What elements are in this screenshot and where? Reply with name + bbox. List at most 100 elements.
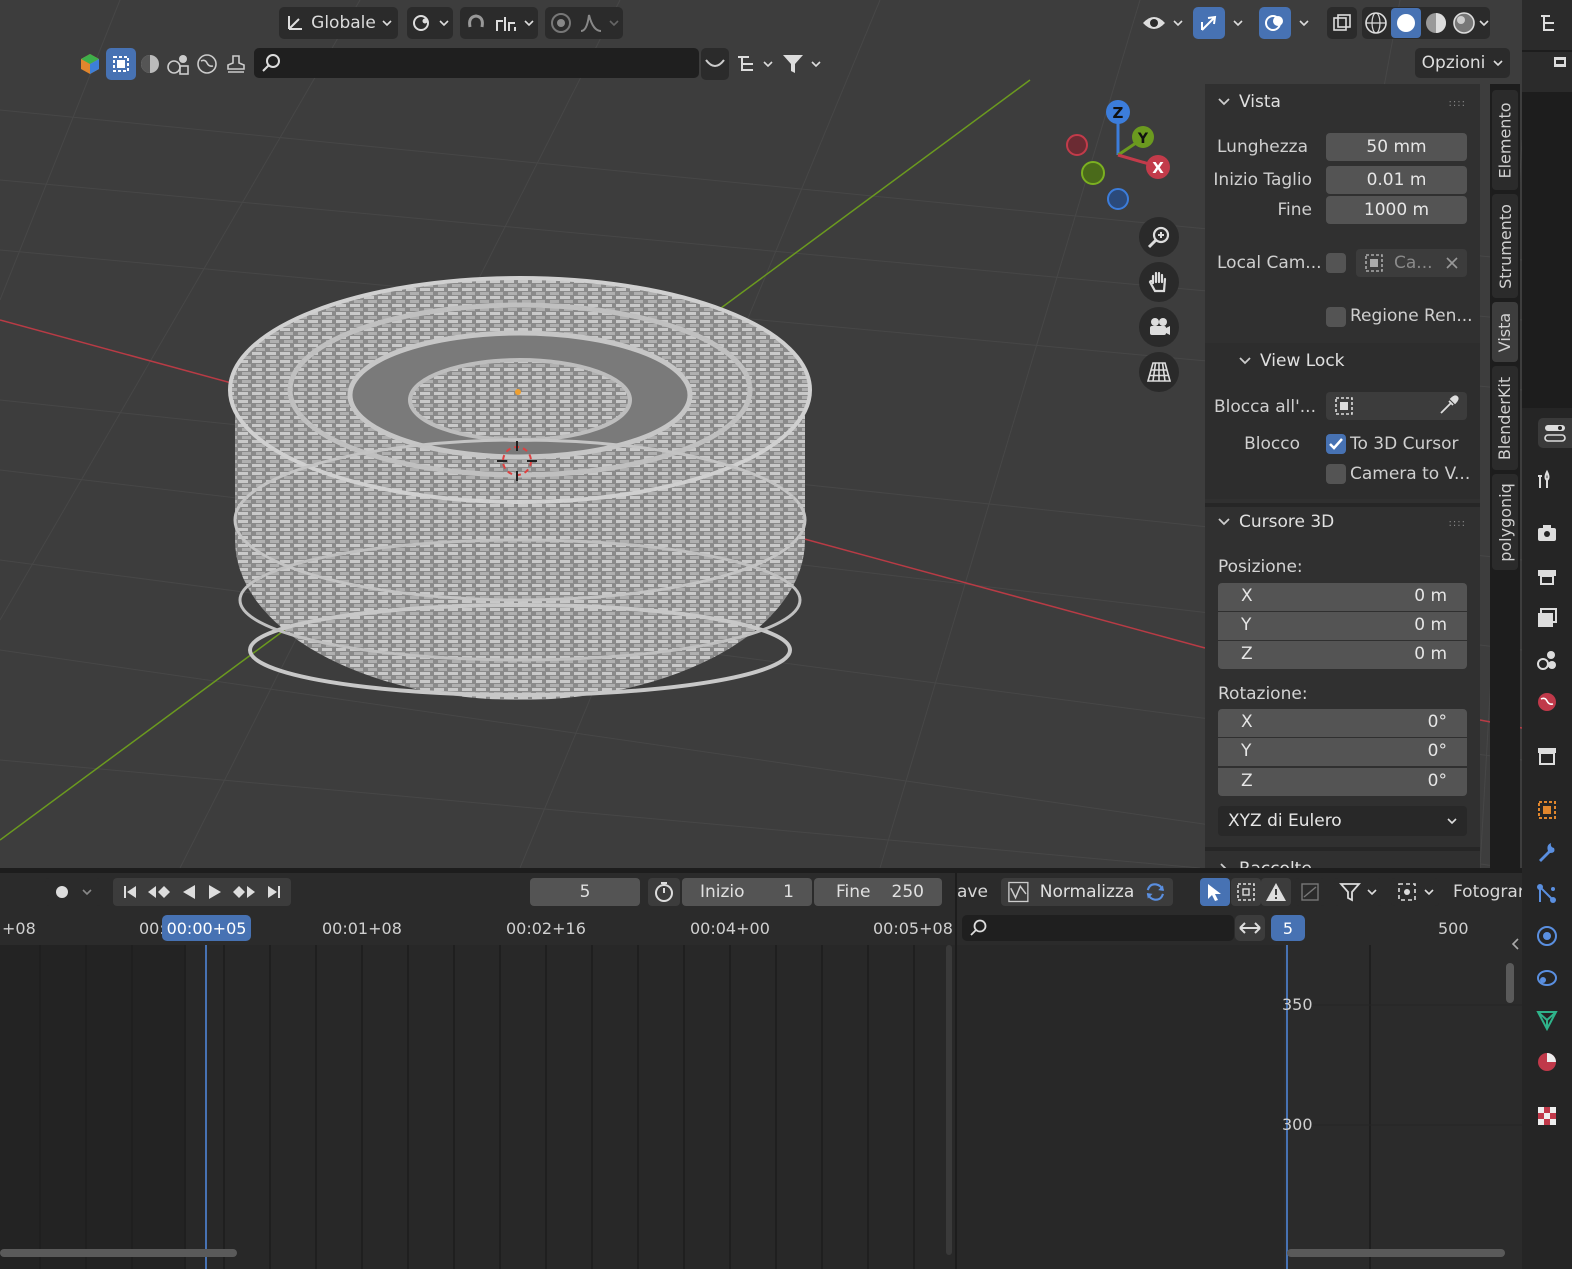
render-tab[interactable] — [1534, 520, 1560, 546]
prev-keyframe-icon[interactable] — [146, 883, 172, 901]
tool-tab[interactable] — [1534, 467, 1560, 493]
gizmo-options-dropdown[interactable] — [1226, 7, 1250, 39]
graph-horizontal-scrollbar[interactable] — [1287, 1249, 1505, 1257]
tab-elemento[interactable]: Elemento — [1492, 90, 1518, 190]
chevron-left-icon[interactable] — [1510, 937, 1520, 951]
timeline-area[interactable] — [0, 945, 955, 1269]
drag-grip-icon[interactable]: :::: — [1449, 865, 1466, 868]
cursor-location-y-field[interactable]: Y 0 m — [1218, 612, 1467, 640]
current-frame-field[interactable]: 5 — [530, 878, 640, 906]
timeline-horizontal-scrollbar[interactable] — [0, 1249, 237, 1257]
clear-x-icon[interactable] — [1445, 256, 1459, 270]
zoom-button[interactable] — [1139, 217, 1179, 257]
local-camera-field[interactable]: Ca... — [1356, 249, 1467, 277]
rendered-shading-icon[interactable] — [1451, 10, 1477, 36]
camera-view-button[interactable] — [1139, 307, 1179, 347]
drag-grip-icon[interactable]: :::: — [1449, 518, 1466, 529]
outliner-icon[interactable] — [1538, 12, 1562, 36]
overlays-toggle-button[interactable] — [1259, 7, 1291, 39]
clip-end-field[interactable]: 1000 m — [1326, 196, 1467, 224]
object-tab[interactable] — [1534, 797, 1560, 823]
vista-panel-header[interactable]: Vista :::: — [1205, 84, 1480, 120]
object-visibility-dropdown[interactable] — [1138, 7, 1186, 39]
only-selected-toggle[interactable] — [1200, 878, 1230, 906]
auto-keying-toggle[interactable] — [45, 878, 101, 906]
world-icon[interactable] — [193, 48, 221, 80]
graph-editor-ruler[interactable]: 5 500 — [957, 911, 1522, 945]
particles-tab[interactable] — [1534, 881, 1560, 907]
material-sphere-icon[interactable] — [136, 48, 164, 80]
view-layer-tab[interactable] — [1534, 605, 1560, 631]
preview-range-toggle[interactable] — [648, 878, 680, 906]
lock-to-object-field[interactable] — [1326, 392, 1467, 420]
stamp-icon[interactable] — [222, 48, 250, 80]
tab-polygoniq[interactable]: polygoniq — [1492, 474, 1518, 570]
scene-tab[interactable] — [1534, 647, 1560, 673]
frame-start-field[interactable]: Inizio 1 — [682, 878, 812, 906]
only-errors-toggle[interactable] — [1261, 878, 1291, 906]
pivot-point-dropdown[interactable] — [407, 7, 453, 39]
local-camera-checkbox[interactable] — [1326, 253, 1346, 273]
gizmo-toggle-button[interactable] — [1193, 7, 1225, 39]
rotation-mode-dropdown[interactable]: XYZ di Eulero — [1218, 806, 1467, 836]
data-tab[interactable] — [1534, 1007, 1560, 1033]
overlays-options-dropdown[interactable] — [1292, 7, 1316, 39]
view-menu-truncated[interactable]: Fotogran — [1453, 882, 1522, 902]
tab-vista[interactable]: Vista — [1492, 302, 1518, 362]
perspective-toggle-button[interactable] — [1139, 352, 1179, 392]
channel-list[interactable] — [957, 945, 1284, 1269]
to-3d-cursor-checkbox[interactable] — [1326, 434, 1346, 454]
cursor-3d-panel-header[interactable]: Cursore 3D :::: — [1205, 504, 1480, 540]
viewport-search-input[interactable] — [254, 48, 699, 78]
clip-start-field[interactable]: 0.01 m — [1326, 166, 1467, 194]
select-box-button[interactable] — [106, 48, 136, 80]
tool-settings-tab[interactable] — [1538, 418, 1572, 448]
normalize-toggle[interactable]: Normalizza — [1001, 878, 1173, 906]
output-tab[interactable] — [1534, 563, 1560, 589]
swap-direction-button[interactable] — [1235, 915, 1265, 941]
eyedropper-icon[interactable] — [1437, 395, 1459, 417]
render-region-checkbox[interactable] — [1326, 307, 1346, 327]
options-dropdown[interactable]: Opzioni — [1415, 48, 1510, 78]
proportional-editing-dropdown[interactable] — [545, 7, 623, 39]
refresh-icon[interactable] — [1144, 880, 1167, 904]
collection-tab[interactable] — [1534, 743, 1560, 769]
curve-filter-button[interactable] — [701, 48, 729, 80]
graph-current-frame-badge[interactable]: 5 — [1271, 915, 1305, 941]
hierarchy-dropdown[interactable] — [731, 48, 777, 80]
cursor-location-z-field[interactable]: Z 0 m — [1218, 641, 1467, 669]
filter-dropdown[interactable] — [777, 48, 825, 80]
jump-to-end-icon[interactable] — [265, 883, 283, 901]
drag-grip-icon[interactable]: :::: — [1449, 98, 1466, 109]
next-keyframe-icon[interactable] — [231, 883, 257, 901]
solid-shading-button[interactable] — [1391, 8, 1421, 38]
texture-tab[interactable] — [1534, 1103, 1560, 1129]
filter-small-icon[interactable] — [1550, 54, 1570, 74]
tab-strumento[interactable]: Strumento — [1492, 194, 1518, 298]
shapes-icon[interactable] — [164, 48, 192, 80]
cursor-rotation-x-field[interactable]: X 0° — [1218, 709, 1467, 737]
view-lock-subpanel-header[interactable]: View Lock — [1205, 343, 1480, 379]
wireframe-shading-icon[interactable] — [1363, 10, 1389, 36]
ghost-curves-button[interactable] — [1295, 878, 1325, 906]
frame-end-field[interactable]: Fine 250 — [814, 878, 942, 906]
cube-colored-icon[interactable] — [78, 48, 102, 80]
graph-filter-dropdown[interactable] — [1334, 878, 1382, 906]
camera-to-view-checkbox[interactable] — [1326, 464, 1346, 484]
cursor-rotation-z-field[interactable]: Z 0° — [1218, 768, 1467, 796]
xray-toggle-button[interactable] — [1327, 7, 1357, 39]
graph-editor-area[interactable]: 350 300 — [957, 938, 1522, 1269]
transform-orientation-dropdown[interactable]: Globale — [279, 7, 398, 39]
focal-length-field[interactable]: 50 mm — [1326, 133, 1467, 161]
material-tab[interactable] — [1534, 1049, 1560, 1075]
show-hidden-toggle[interactable] — [1231, 878, 1261, 906]
timeline-ruler[interactable]: +08 00: 00:00+05 00:01+08 00:02+16 00:04… — [0, 911, 955, 945]
pivot-dropdown[interactable] — [1391, 878, 1439, 906]
material-preview-icon[interactable] — [1423, 10, 1449, 36]
constraints-tab[interactable] — [1534, 965, 1560, 991]
play-icon[interactable] — [206, 883, 224, 901]
tab-blenderkit[interactable]: BlenderKit — [1492, 366, 1518, 470]
current-time-badge[interactable]: 00:00+05 — [162, 915, 251, 941]
channel-search-input[interactable] — [962, 915, 1234, 941]
collections-panel-header[interactable]: Raccolte :::: — [1205, 851, 1480, 868]
